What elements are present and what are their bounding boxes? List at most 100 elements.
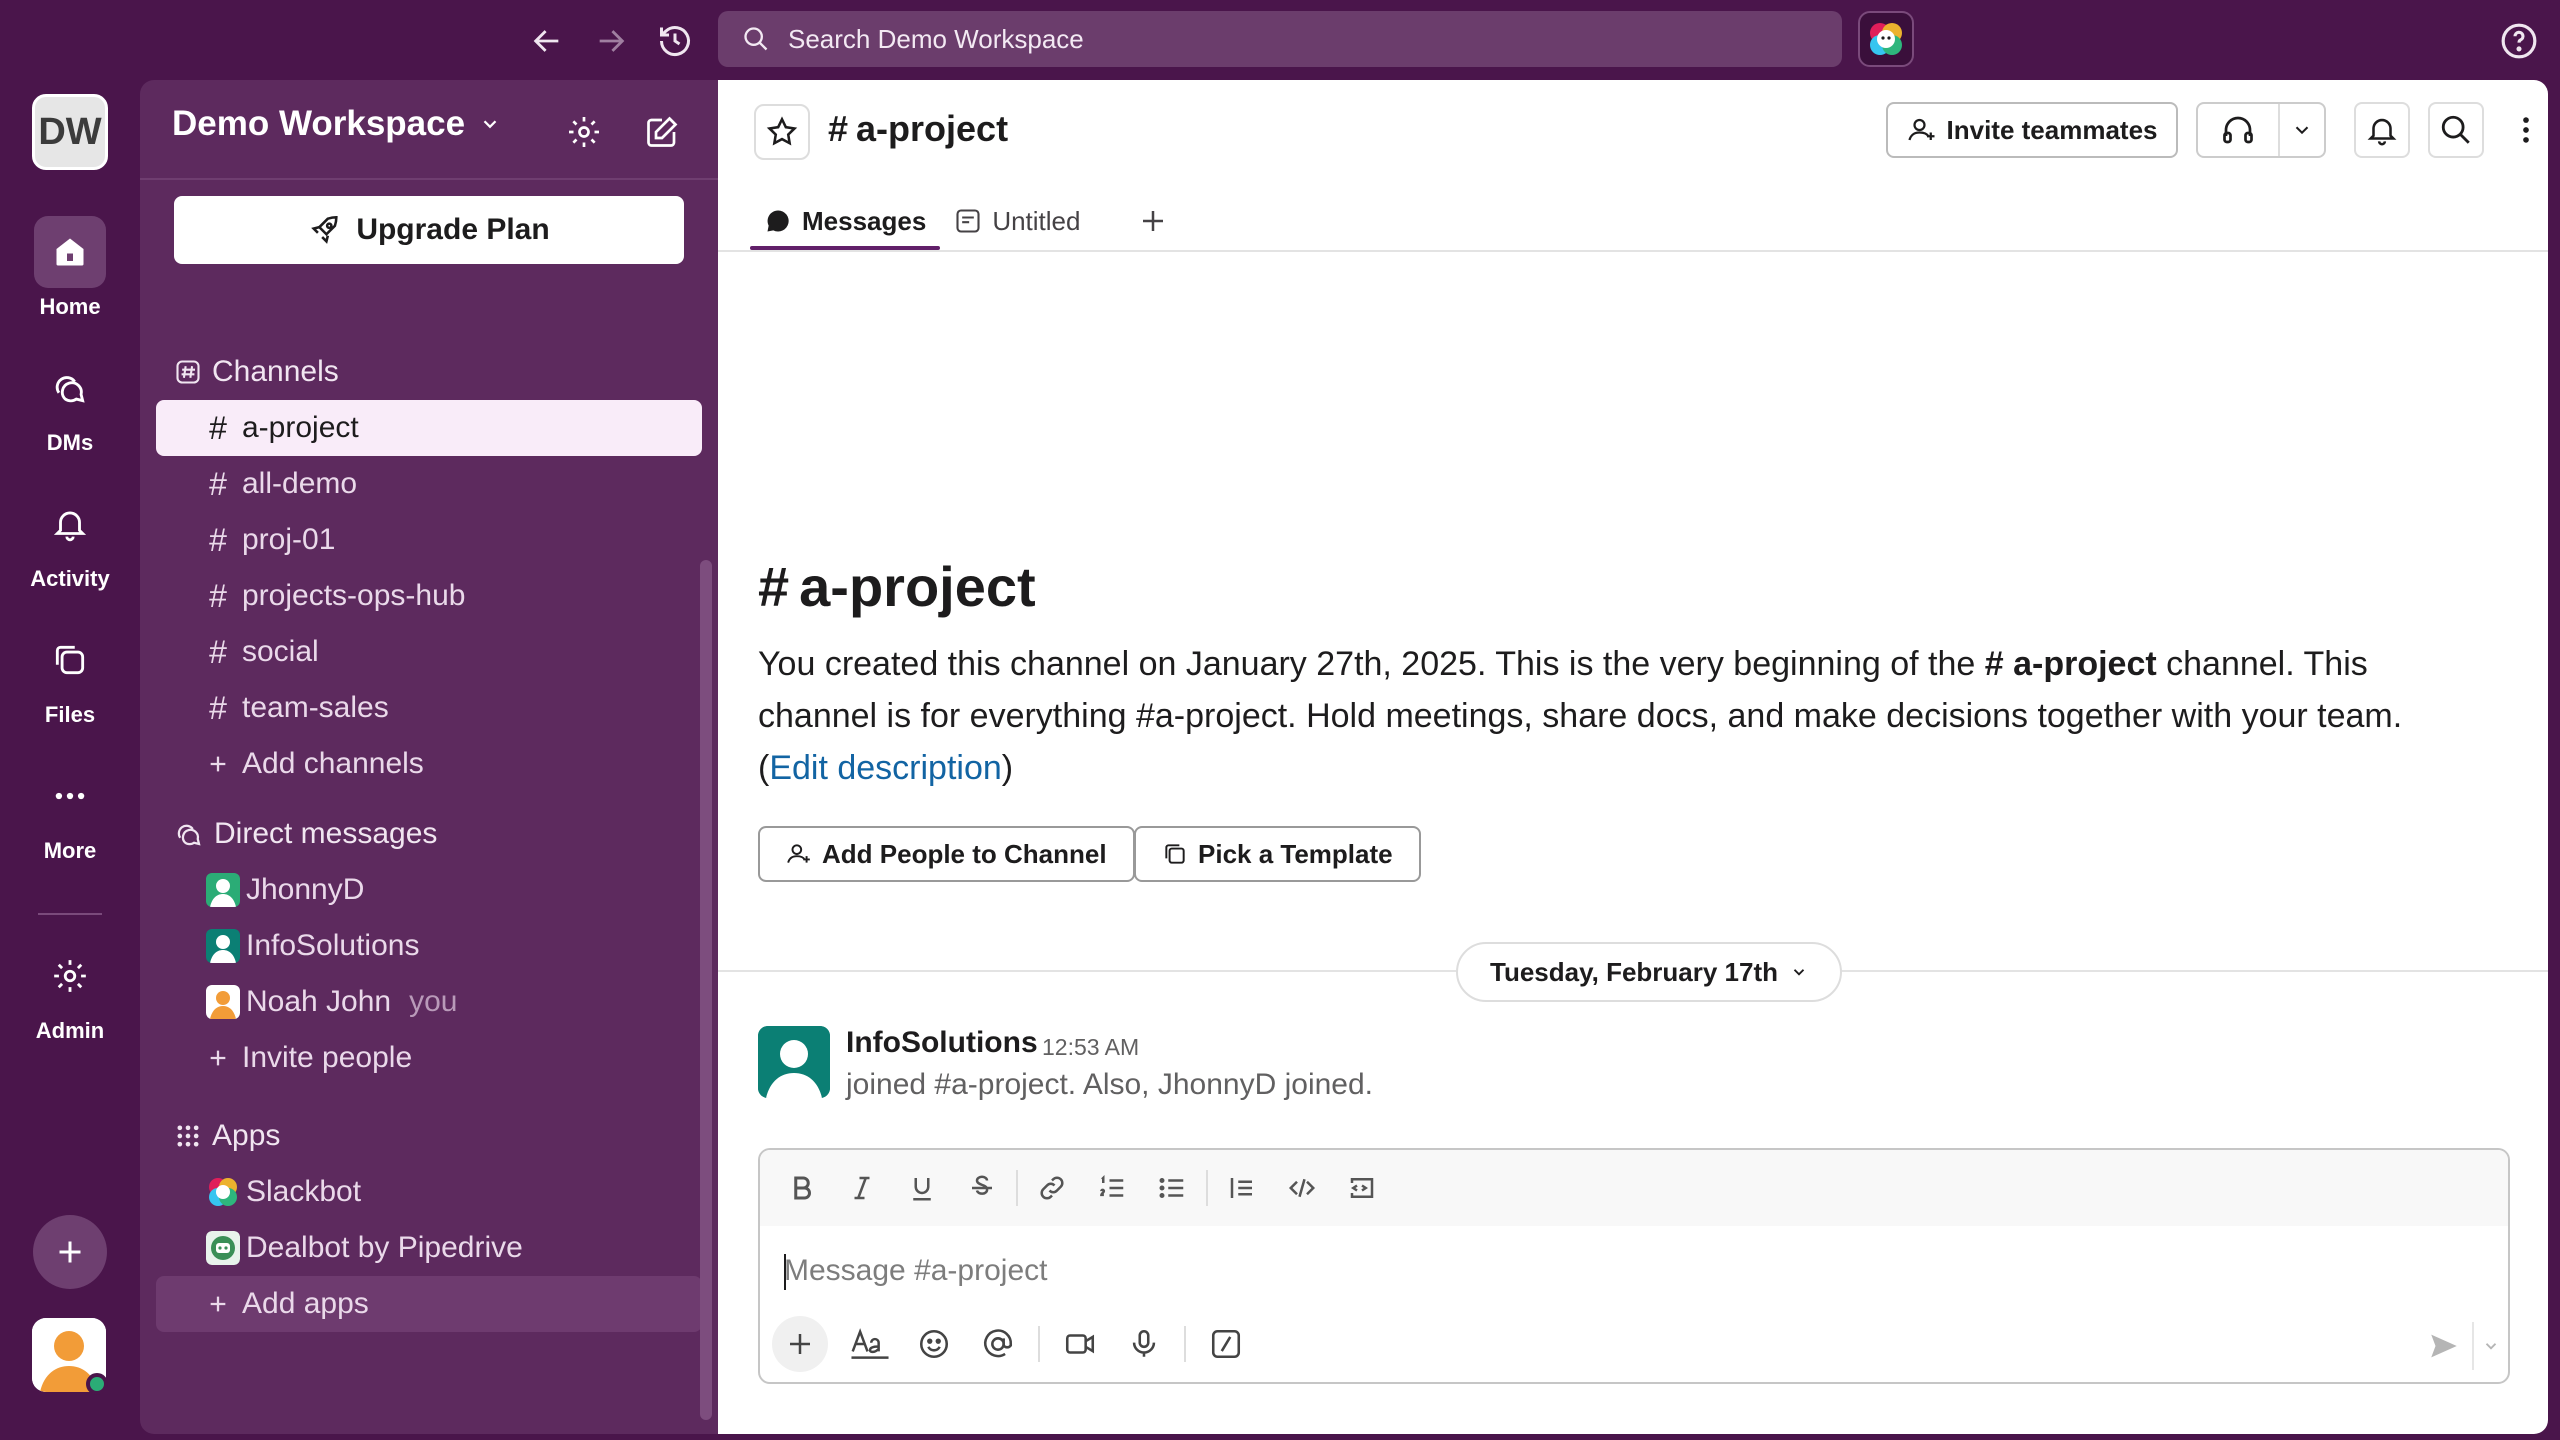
huddle-start[interactable] xyxy=(2198,104,2280,156)
add-people-to-channel-button[interactable]: Add People to Channel xyxy=(758,826,1135,882)
huddle-button[interactable] xyxy=(2196,102,2326,158)
code-button[interactable] xyxy=(1272,1158,1332,1218)
chevron-down-icon xyxy=(2295,126,2309,135)
send-button[interactable] xyxy=(2414,1322,2474,1370)
rail-label: Admin xyxy=(35,1018,105,1043)
strikethrough-button[interactable] xyxy=(952,1158,1012,1218)
sidebar-item-noah-john[interactable]: Noah John you xyxy=(156,974,702,1030)
infosolutions-avatar[interactable] xyxy=(758,1026,830,1098)
sidebar-item-infosolutions[interactable]: InfoSolutions xyxy=(156,918,702,974)
sidebar-item-slackbot[interactable]: Slackbot xyxy=(156,1164,702,1220)
add-apps-label: Add apps xyxy=(242,1287,369,1320)
dms-section-header[interactable]: Direct messages xyxy=(174,812,437,856)
code-block-button[interactable] xyxy=(1332,1158,1392,1218)
sidebar-item-team-sales[interactable]: # team-sales xyxy=(156,680,702,736)
history-button[interactable] xyxy=(650,16,700,66)
add-tab-button[interactable] xyxy=(1124,192,1182,250)
upgrade-plan-button[interactable]: Upgrade Plan xyxy=(174,196,684,264)
pick-template-button[interactable]: Pick a Template xyxy=(1134,826,1421,882)
rail-home[interactable]: Home xyxy=(10,216,130,320)
audio-clip-button[interactable] xyxy=(1112,1314,1176,1374)
channel-title[interactable]: # a-project xyxy=(828,108,1008,150)
ordered-list-button[interactable] xyxy=(1082,1158,1142,1218)
star-channel-button[interactable] xyxy=(754,104,810,160)
workspace-menu[interactable]: Demo Workspace xyxy=(172,104,501,144)
underline-button[interactable] xyxy=(892,1158,952,1218)
ai-assistant-button[interactable] xyxy=(1858,11,1914,67)
add-apps-button[interactable]: Add apps xyxy=(156,1276,702,1332)
sidebar-item-projects-ops-hub[interactable]: # projects-ops-hub xyxy=(156,568,702,624)
message-composer xyxy=(758,1148,2510,1384)
send-options-button[interactable] xyxy=(2472,1322,2508,1370)
message-timestamp[interactable]: 12:53 AM xyxy=(1042,1034,1139,1061)
sidebar-scrollbar[interactable] xyxy=(700,560,712,1420)
intro-channel-mention[interactable]: # a-project xyxy=(1985,645,2157,683)
sidebar-item-all-demo[interactable]: # all-demo xyxy=(156,456,702,512)
mention-button[interactable] xyxy=(966,1314,1030,1374)
slash-command-button[interactable] xyxy=(1194,1314,1258,1374)
sidebar-item-dealbot[interactable]: Dealbot by Pipedrive xyxy=(156,1220,702,1276)
sidebar-item-a-project[interactable]: # a-project xyxy=(156,400,702,456)
emoji-button[interactable] xyxy=(902,1314,966,1374)
message-input[interactable] xyxy=(784,1246,2384,1296)
intro-title-label: a-project xyxy=(799,555,1036,618)
dm-label: InfoSolutions xyxy=(246,929,420,962)
sidebar-item-social[interactable]: # social xyxy=(156,624,702,680)
channel-notifications-button[interactable] xyxy=(2354,102,2410,158)
search-bar[interactable]: Search Demo Workspace xyxy=(718,11,1842,67)
create-new-button[interactable] xyxy=(33,1215,107,1289)
top-bar: Search Demo Workspace xyxy=(0,0,2560,80)
rail-files[interactable]: Files xyxy=(10,624,130,728)
channel-label: team-sales xyxy=(242,691,389,724)
attach-button[interactable] xyxy=(772,1316,828,1372)
workspace-settings-button[interactable] xyxy=(556,104,612,160)
rail-dms[interactable]: DMs xyxy=(10,352,130,456)
workspace-switcher[interactable]: DW xyxy=(32,94,108,170)
plus-icon xyxy=(790,1334,810,1354)
link-button[interactable] xyxy=(1022,1158,1082,1218)
invite-teammates-button[interactable]: Invite teammates xyxy=(1886,102,2178,158)
bold-button[interactable] xyxy=(772,1158,832,1218)
video-clip-button[interactable] xyxy=(1048,1314,1112,1374)
history-icon xyxy=(660,26,690,57)
rail-divider xyxy=(38,913,102,915)
channel-label: a-project xyxy=(242,411,359,444)
formatting-toggle-button[interactable] xyxy=(838,1314,902,1374)
strikethrough-icon xyxy=(972,1175,992,1195)
sidebar-divider xyxy=(140,178,718,180)
blockquote-button[interactable] xyxy=(1212,1158,1272,1218)
apps-grid-icon xyxy=(177,1125,199,1147)
search-icon xyxy=(744,27,768,51)
rail-activity[interactable]: Activity xyxy=(10,488,130,592)
apps-section-header[interactable]: Apps xyxy=(174,1114,280,1158)
edit-description-link[interactable]: Edit description xyxy=(769,749,1001,787)
huddle-options[interactable] xyxy=(2280,119,2324,141)
more-actions-button[interactable] xyxy=(2498,102,2554,158)
date-divider-button[interactable]: Tuesday, February 17th xyxy=(1456,942,1843,1002)
back-button[interactable] xyxy=(522,16,572,66)
dm-icon xyxy=(177,824,201,846)
compose-button[interactable] xyxy=(634,104,690,160)
bulleted-list-button[interactable] xyxy=(1142,1158,1202,1218)
message-bubble-icon xyxy=(767,210,789,232)
sidebar-item-jhonnyd[interactable]: JhonnyD xyxy=(156,862,702,918)
italic-button[interactable] xyxy=(832,1158,892,1218)
rail-more[interactable]: More xyxy=(10,760,130,864)
forward-button[interactable] xyxy=(586,16,636,66)
search-channel-button[interactable] xyxy=(2428,102,2484,158)
rail-admin[interactable]: Admin xyxy=(10,940,130,1044)
invite-people-button[interactable]: Invite people xyxy=(156,1030,702,1086)
channels-section-header[interactable]: Channels xyxy=(174,350,339,394)
sidebar: Demo Workspace Upgrade Plan Channels # a… xyxy=(140,80,718,1434)
message-author[interactable]: InfoSolutions xyxy=(846,1026,1038,1060)
add-channels-button[interactable]: Add channels xyxy=(156,736,702,792)
tab-untitled[interactable]: Untitled xyxy=(940,192,1094,250)
tab-messages[interactable]: Messages xyxy=(750,192,941,250)
bulleted-list-icon xyxy=(1159,1178,1184,1198)
help-button[interactable] xyxy=(2494,16,2544,66)
apps-header-label: Apps xyxy=(212,1119,281,1152)
plus-icon xyxy=(206,1293,230,1315)
sidebar-item-proj-01[interactable]: # proj-01 xyxy=(156,512,702,568)
home-icon xyxy=(56,238,84,266)
you-badge: you xyxy=(409,985,458,1018)
